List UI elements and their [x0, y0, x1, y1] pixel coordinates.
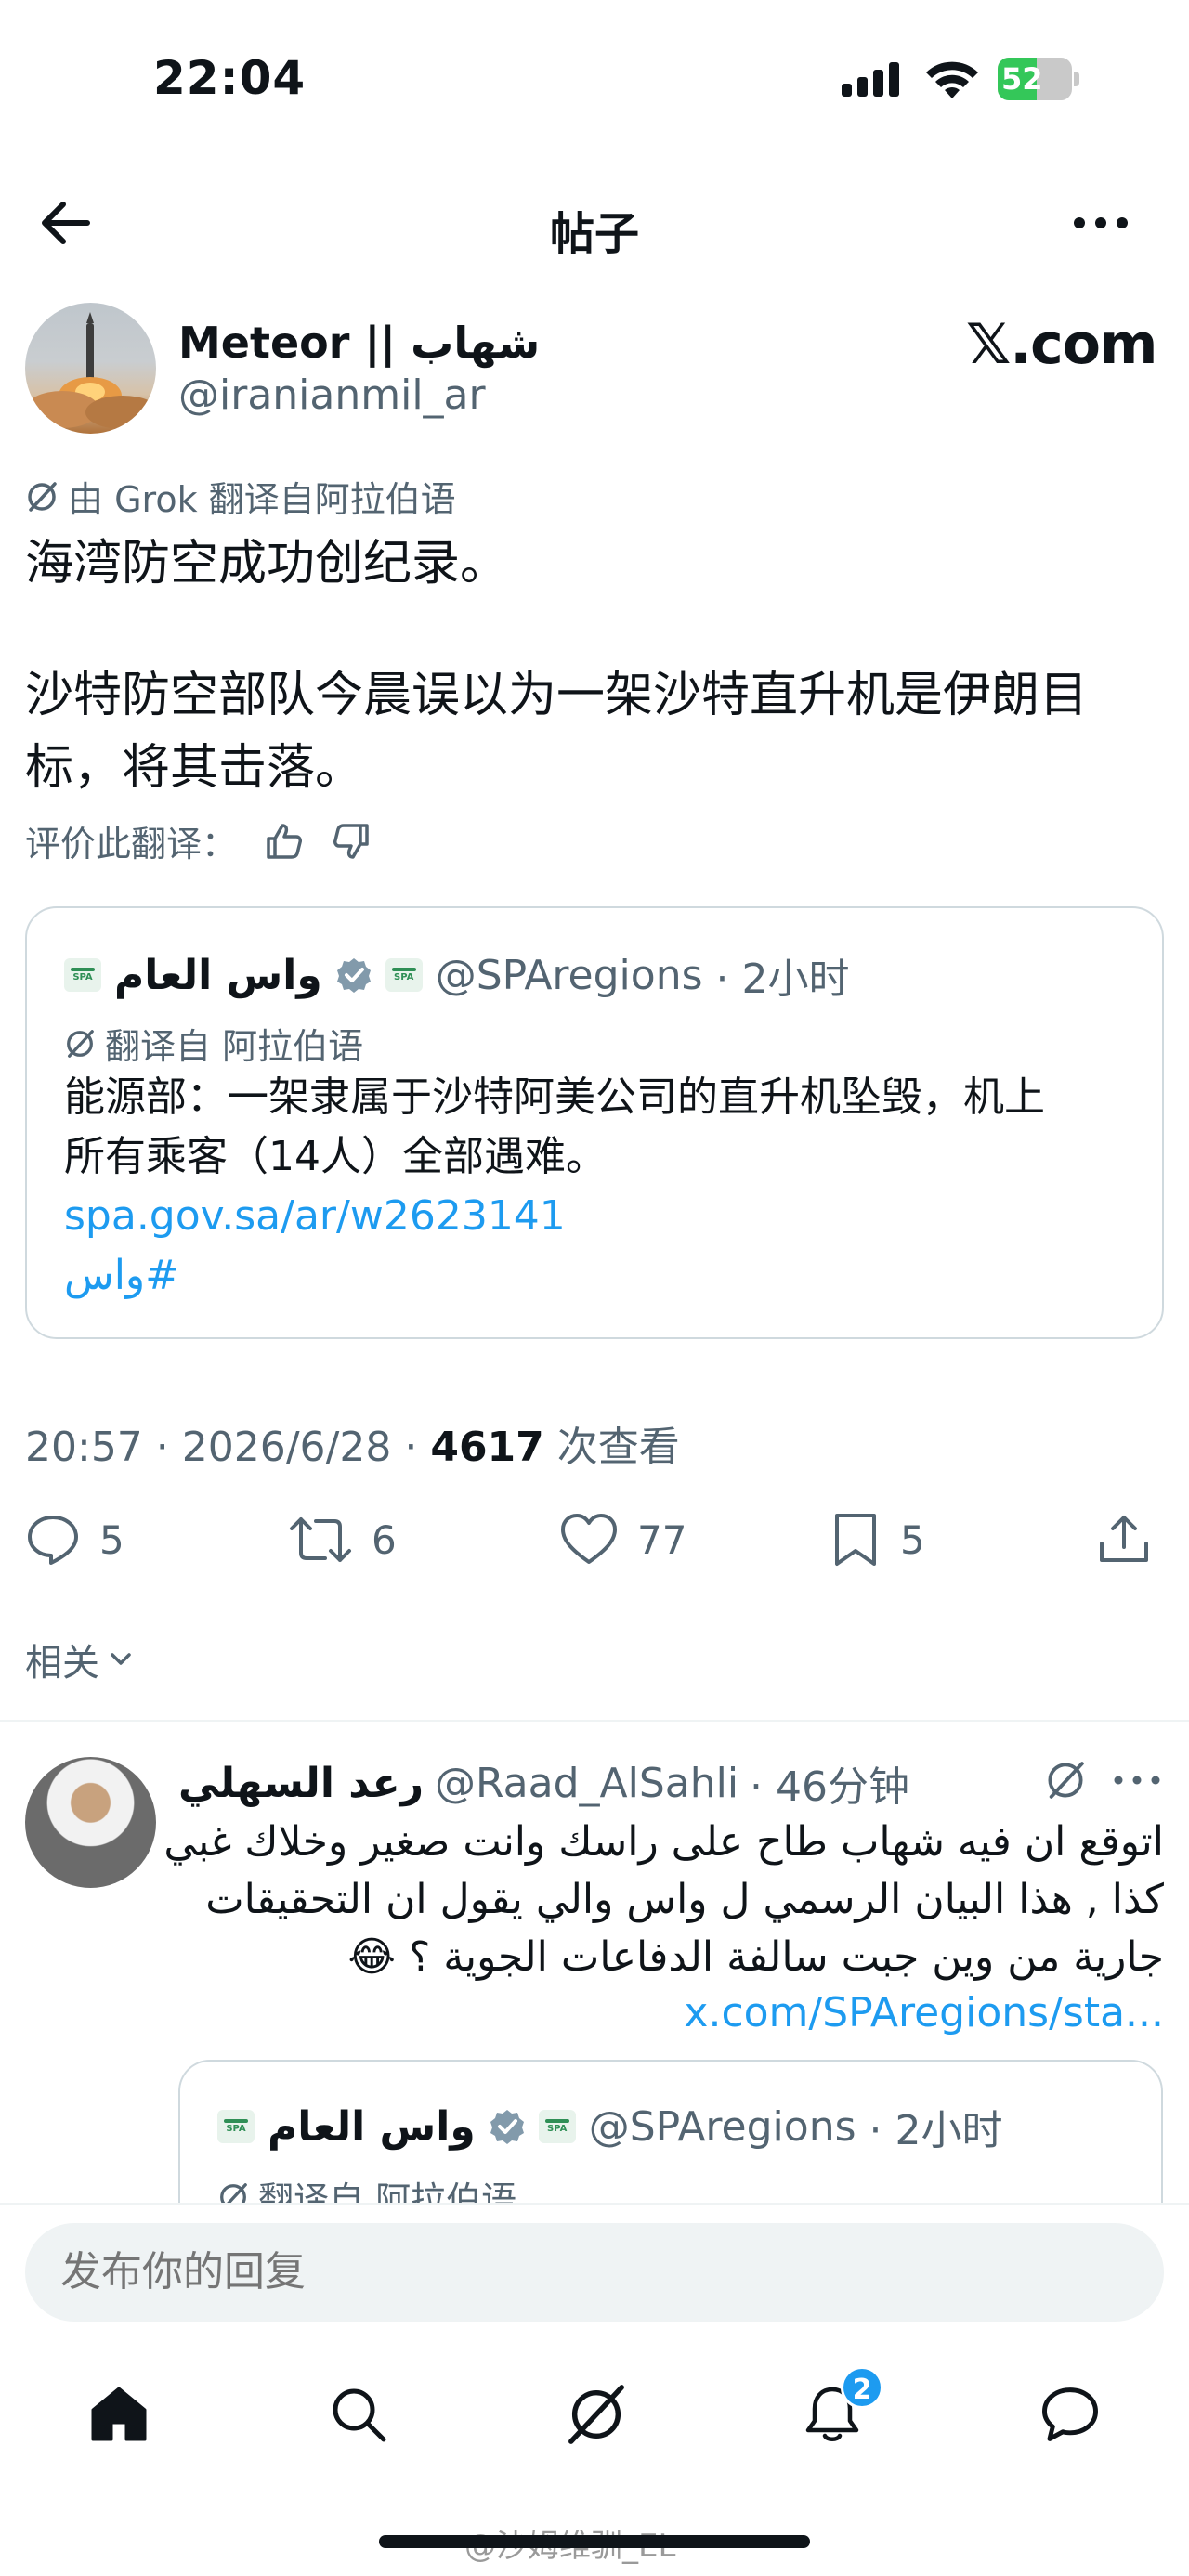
status-time: 22:04 [153, 51, 307, 105]
share-action[interactable] [1096, 1512, 1152, 1568]
post-meta: 20:57 · 2026/6/28 · 4617 次查看 [25, 1413, 680, 1473]
spa-logo-icon: SPA [64, 958, 101, 992]
quoted-post-text: 能源部：一架隶属于沙特阿美公司的直升机坠毁，机上 所有乘客（14人）全部遇难。 … [64, 1068, 1142, 1306]
battery-icon: 52 [998, 58, 1079, 100]
verified-badge-icon [336, 958, 371, 993]
related-dropdown[interactable]: 相关 [25, 1633, 135, 1686]
xcom-logo: 𝕏.com [966, 312, 1157, 377]
reply-header: رعد السهلي @Raad_AlSahli · 46分钟 [178, 1753, 909, 1813]
spa-logo-icon: SPA [217, 2110, 255, 2143]
thumbs-up-button[interactable] [265, 822, 304, 861]
author-handle[interactable]: @iranianmil_ar [178, 371, 486, 419]
like-action[interactable]: 77 [559, 1512, 686, 1568]
grok-icon [28, 481, 57, 512]
grok-translation-note: 由 Grok 翻译自阿拉伯语 [25, 471, 456, 522]
reply-more-button[interactable] [1111, 1766, 1163, 1794]
quoted-link[interactable]: spa.gov.sa/ar/w2623141 [64, 1187, 1142, 1246]
grok-icon [67, 1029, 94, 1058]
rocket-launch-icon [25, 312, 156, 429]
repost-icon [290, 1517, 351, 1562]
reply-author-handle[interactable]: @Raad_AlSahli [435, 1760, 738, 1807]
views-label: 次查看 [543, 1424, 680, 1471]
tab-search[interactable] [317, 2373, 400, 2456]
tab-home[interactable] [77, 2373, 161, 2456]
reply-grok-button[interactable] [1044, 1759, 1087, 1802]
reply-text-line-3: جارية من وين جبت سالفة الدفاعات الجوية ؟… [347, 1933, 1164, 1981]
more-options-button[interactable] [1068, 202, 1133, 243]
rate-translation-label: 评价此翻译： [25, 824, 238, 865]
quoted-translation-text: 翻译自 阿拉伯语 [105, 1026, 364, 1067]
quoted-post-time: · 2小时 [715, 956, 850, 1003]
reply-quoted-header: SPA واس العام SPA @SPAregions · 2小时 [217, 2097, 1002, 2156]
quoted-post-card[interactable]: SPA واس العام SPA @SPAregions · 2小时 翻译自 … [25, 906, 1164, 1339]
post-text-paragraph-2: 沙特防空部队今晨误以为一架沙特直升机是伊朗目 标，将其击落。 [25, 659, 1164, 804]
post-text-line-2b: 标，将其击落。 [25, 740, 364, 796]
quoted-translation-note: 翻译自 阿拉伯语 [64, 1018, 363, 1069]
bookmark-action[interactable]: 5 [830, 1512, 925, 1568]
chat-icon [1042, 2387, 1098, 2441]
reply-link[interactable]: x.com/SPAregions/sta... [684, 1989, 1164, 2036]
cellular-signal-icon [842, 61, 907, 98]
reply-text-line-1: اتوقع ان فيه شهاب طاح على راسك وانت صغير… [163, 1818, 1164, 1866]
home-indicator[interactable] [379, 2535, 810, 2548]
grok-icon [568, 2385, 624, 2444]
author-avatar[interactable] [25, 303, 156, 434]
battery-percent: 52 [1001, 61, 1043, 97]
bookmark-icon [835, 1514, 876, 1566]
quoted-text-line-a: 能源部：一架隶属于沙特阿美公司的直升机坠毁，机上 [64, 1073, 1045, 1121]
reply-author-avatar[interactable] [25, 1757, 156, 1888]
reply-quoted-author-name: واس العام [268, 2102, 476, 2151]
quoted-hashtag[interactable]: #واس [64, 1246, 1142, 1306]
thumbs-up-icon [267, 823, 303, 859]
post-text-line-1: 海湾防空成功创纪录。 [25, 536, 509, 592]
reply-quoted-author-handle: @SPAregions [588, 2102, 856, 2151]
post-timestamp: 20:57 · 2026/6/28 · [25, 1424, 431, 1471]
repost-action[interactable]: 6 [288, 1512, 397, 1568]
grok-icon [1048, 1762, 1084, 1799]
heart-icon [561, 1514, 617, 1564]
share-icon [1100, 1516, 1148, 1562]
search-icon [333, 2388, 386, 2442]
view-count: 4617 [430, 1424, 544, 1471]
reply-action[interactable]: 5 [25, 1512, 124, 1568]
thumbs-down-button[interactable] [332, 822, 371, 861]
reply-quoted-time: · 2小时 [869, 2107, 1003, 2154]
reply-count: 5 [99, 1516, 124, 1563]
quoted-author-name: واس العام [114, 951, 322, 999]
home-icon [91, 2387, 147, 2441]
reply-input[interactable] [25, 2223, 1164, 2322]
like-count: 77 [637, 1516, 687, 1563]
verified-badge-icon [490, 2110, 524, 2144]
tab-grok[interactable] [555, 2373, 638, 2456]
reply-time: · 46分钟 [750, 1763, 910, 1811]
reply-text-line-2: كذا , هذا البيان الرسمي ل واس والي يقول … [205, 1876, 1164, 1923]
more-dots-icon [1114, 1776, 1160, 1785]
quoted-author-handle: @SPAregions [435, 951, 703, 999]
related-label: 相关 [25, 1642, 99, 1685]
repost-count: 6 [372, 1516, 397, 1563]
page-title: 帖子 [549, 208, 639, 260]
spa-affiliate-icon: SPA [385, 958, 423, 992]
rate-translation: 评价此翻译： [25, 815, 371, 866]
wifi-icon [924, 58, 980, 100]
quoted-post-header: SPA واس العام SPA @SPAregions · 2小时 [64, 945, 849, 1005]
tab-messages[interactable] [1028, 2373, 1112, 2456]
chevron-down-icon [111, 1653, 131, 1665]
reply-author-name[interactable]: رعد السهلي [178, 1760, 424, 1807]
notification-badge: 2 [841, 2366, 883, 2409]
grok-translation-text: 由 Grok 翻译自阿拉伯语 [68, 479, 456, 520]
author-name[interactable]: Meteor || شهاب [178, 318, 540, 368]
more-dots-icon [1074, 217, 1128, 228]
quoted-text-line-b: 所有乘客（14人）全部遇难。 [64, 1133, 607, 1180]
thumbs-down-icon [333, 823, 369, 859]
post-text-line-2a: 沙特防空部队今晨误以为一架沙特直升机是伊朗目 [25, 668, 1089, 723]
spa-affiliate-icon: SPA [538, 2110, 576, 2143]
section-divider [0, 1720, 1189, 1722]
bookmark-count: 5 [900, 1516, 925, 1563]
comment-icon [28, 1516, 78, 1565]
